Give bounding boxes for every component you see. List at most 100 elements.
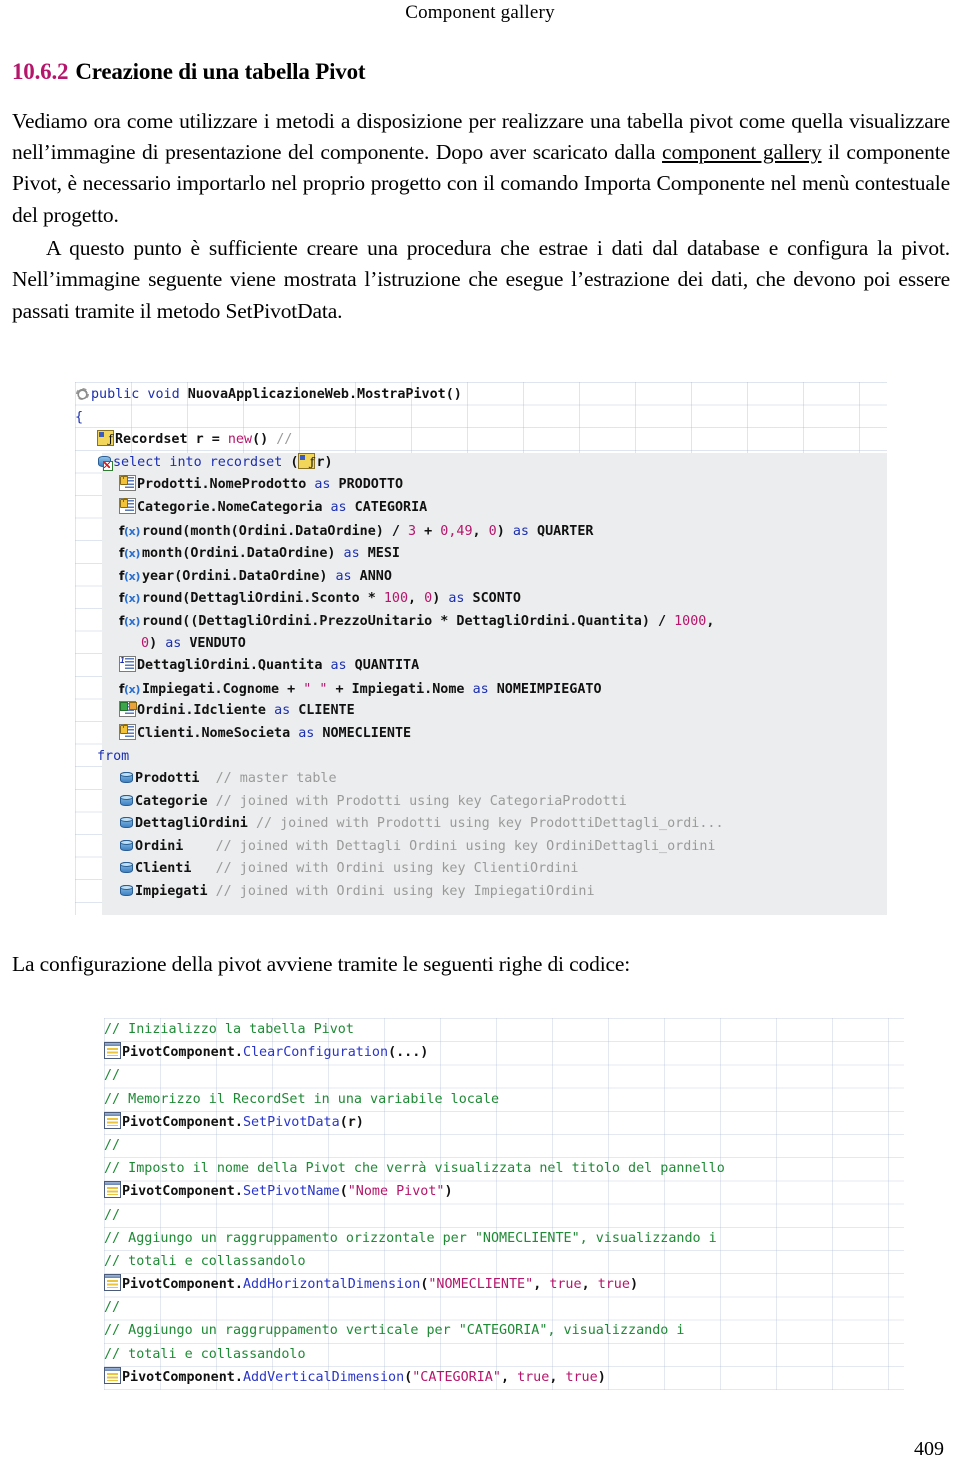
code-token: Categorie.NomeCategoria xyxy=(137,499,331,515)
code-token: // joined with Ordini using key Impiegat… xyxy=(215,884,595,900)
number-badge-icon: 1 xyxy=(120,656,125,666)
code-line: f(x) month(Ordini.DataOrdine) as MESI xyxy=(75,542,887,565)
table-icon xyxy=(119,816,134,830)
code-token: 3 xyxy=(408,523,417,539)
code-token: round((DettagliOrdini.PrezzoUnitario * D… xyxy=(142,613,675,629)
code-line: Prodotti.NomeProdotto as PRODOTTO xyxy=(75,474,887,497)
code-token: + xyxy=(416,523,441,539)
orange-badge-icon xyxy=(129,702,137,711)
code-token: (r) xyxy=(339,1114,364,1130)
code-token: DettagliOrdini.Quantita xyxy=(137,658,331,674)
code-token: { xyxy=(75,409,84,425)
code-token: PivotComponent. xyxy=(122,1369,243,1385)
code-line: Recordset r = new() // xyxy=(75,428,887,452)
code-line: Impiegati // joined with Ordini using ke… xyxy=(75,881,887,904)
code-token: 100 xyxy=(383,591,409,607)
code-token: QUANTITA xyxy=(346,658,420,674)
code-token: round(month(Ordini.DataOrdine) / xyxy=(142,523,409,539)
code-token: as xyxy=(512,523,529,539)
code-line: from xyxy=(75,746,887,769)
section-title-text: Creazione di una tabella Pivot xyxy=(75,59,366,84)
code-line: 0) as VENDUTO xyxy=(75,633,887,656)
code-token: true xyxy=(517,1369,550,1385)
code-token: Clienti xyxy=(135,861,216,877)
code-line: PivotComponent.AddVerticalDimension("CAT… xyxy=(104,1366,904,1389)
component-gallery-link[interactable]: component gallery xyxy=(662,140,822,164)
code-token: as xyxy=(274,703,291,719)
page-number: 409 xyxy=(914,1438,944,1460)
figure-query-designer: public void NuovaApplicazioneWeb.MostraP… xyxy=(75,382,887,915)
code-token: , xyxy=(581,1277,598,1293)
code-token: as xyxy=(314,477,331,493)
code-token: true xyxy=(597,1277,630,1293)
code-line: select into recordset (r) xyxy=(75,451,887,475)
code-token: new xyxy=(227,432,253,448)
code-line: f(x) round((DettagliOrdini.PrezzoUnitario… xyxy=(75,610,887,633)
field-key-icon xyxy=(119,701,137,718)
paragraph-procedure: A questo punto è sufficiente creare una … xyxy=(12,236,950,323)
code-token: ) xyxy=(432,591,449,607)
code-token: // xyxy=(104,1137,121,1153)
code-token: 0,49 xyxy=(440,523,473,539)
code-token: // xyxy=(104,1207,121,1223)
code-token: // xyxy=(104,1068,121,1084)
code-line: f(x) Impiegati.Cognome + " " + Impiegati.… xyxy=(75,678,887,701)
code-token: () xyxy=(252,432,277,448)
code-token: , xyxy=(533,1277,550,1293)
code-token: // Aggiungo un raggruppamento verticale … xyxy=(104,1323,685,1339)
function-icon: f(x) xyxy=(119,612,140,628)
page-title: 10.6.2 Creazione di una tabella Pivot xyxy=(12,58,950,86)
code-token: ) xyxy=(444,1184,453,1200)
code-token: ) xyxy=(629,1277,638,1293)
code-token: PRODOTTO xyxy=(330,477,404,493)
code-token: from xyxy=(97,748,130,764)
code-token: as xyxy=(448,591,465,607)
code-token: // joined with Dettagli Ordini using key… xyxy=(215,838,716,854)
code-token: // Aggiungo un raggruppamento orizzontal… xyxy=(104,1230,717,1246)
function-icon: f(x) xyxy=(119,522,140,538)
table-icon xyxy=(119,771,134,785)
table-icon xyxy=(119,839,134,853)
code-token: PivotComponent. xyxy=(122,1277,243,1293)
code-token: AddVerticalDimension xyxy=(242,1369,405,1385)
code-token: ) xyxy=(149,635,166,651)
code-token: Categorie xyxy=(135,793,216,809)
code-token: SCONTO xyxy=(464,591,521,607)
code-line: // Memorizzo il RecordSet in una variabi… xyxy=(104,1088,904,1111)
text-column: 10.6.2 Creazione di una tabella Pivot Ved… xyxy=(12,58,950,327)
code-token: true xyxy=(565,1369,598,1385)
code-line: f(x) round(month(Ordini.DataOrdine) / 3 +… xyxy=(75,520,887,543)
paragraph-intro: Vediamo ora come utilizzare i metodi a d… xyxy=(12,106,950,232)
function-icon: f(x) xyxy=(119,680,140,696)
table-icon xyxy=(119,884,134,898)
code-token: 1000 xyxy=(674,613,707,629)
component-icon xyxy=(104,1111,121,1129)
code-token: // master table xyxy=(215,771,337,787)
code-token: // totali e collassandolo xyxy=(104,1346,306,1362)
code-line: Ordini // joined with Dettagli Ordini us… xyxy=(75,836,887,859)
code-token: // Imposto il nome della Pivot che verrà… xyxy=(104,1161,725,1177)
code-token: ) xyxy=(597,1369,606,1385)
code-token: as xyxy=(165,635,182,651)
code-token: ( xyxy=(339,1184,348,1200)
code-line: Categorie // joined with Prodotti using … xyxy=(75,791,887,814)
lock-icon xyxy=(120,723,128,734)
code-token: Ordini.Idcliente xyxy=(137,703,275,719)
code-token: Clienti.NomeSocieta xyxy=(137,725,299,741)
code-token: , xyxy=(408,591,425,607)
code-line: Categorie.NomeCategoria as CATEGORIA xyxy=(75,497,887,520)
code-token: Prodotti.NomeProdotto xyxy=(137,477,315,493)
code-token: // totali e collassandolo xyxy=(104,1253,306,1269)
component-icon xyxy=(104,1042,121,1060)
table-icon xyxy=(119,861,134,875)
code-token: as xyxy=(298,725,315,741)
query-code-lines: public void NuovaApplicazioneWeb.MostraP… xyxy=(75,382,887,904)
code-line: f(x) year(Ordini.DataOrdine) as ANNO xyxy=(75,565,887,588)
code-token: + Impiegati.Nome xyxy=(327,681,473,697)
code-token: "NOMECLIENTE" xyxy=(428,1277,534,1293)
code-line: // xyxy=(104,1064,904,1087)
code-line: { xyxy=(75,407,887,430)
code-token: round(DettagliOrdini.Sconto * xyxy=(142,591,384,607)
code-line: // Aggiungo un raggruppamento verticale … xyxy=(104,1319,904,1342)
code-token: // joined with Ordini using key ClientiO… xyxy=(215,861,579,877)
